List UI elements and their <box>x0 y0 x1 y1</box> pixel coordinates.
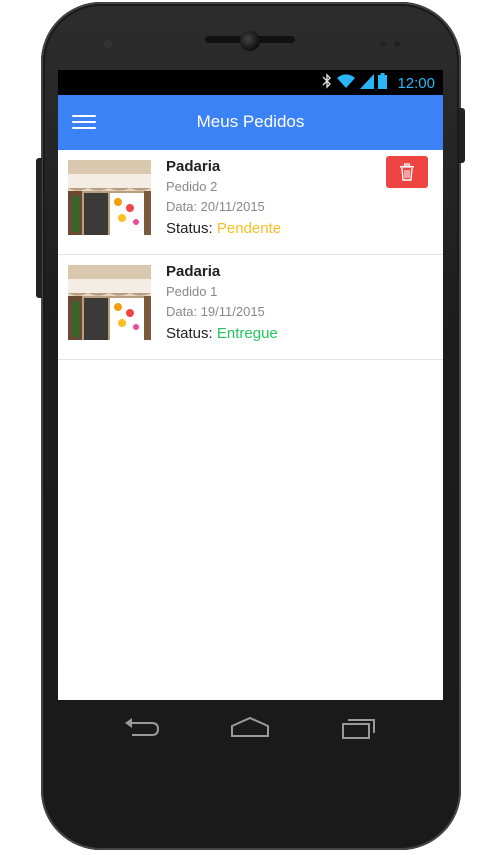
order-number: Pedido 2 <box>166 179 218 194</box>
home-icon[interactable] <box>230 714 270 740</box>
wifi-icon <box>336 73 356 94</box>
power-button <box>459 108 465 163</box>
light-sensor <box>380 41 386 47</box>
list-item[interactable]: Padaria Pedido 1 Data: 19/11/2015 Status… <box>58 255 443 360</box>
front-camera-icon <box>240 31 260 51</box>
order-status: Status: Pendente <box>166 220 281 237</box>
bluetooth-icon <box>322 72 332 94</box>
app-bar: Meus Pedidos <box>58 95 443 150</box>
shop-name: Padaria <box>166 263 221 280</box>
navigation-bar <box>58 700 443 752</box>
status-badge: Pendente <box>216 220 282 237</box>
trash-icon <box>400 163 414 181</box>
status-time: 12:00 <box>397 74 435 92</box>
recent-apps-icon[interactable] <box>338 714 378 740</box>
bakery-thumbnail <box>68 265 151 340</box>
order-number: Pedido 1 <box>166 284 218 299</box>
order-status: Status: Entregue <box>166 325 278 342</box>
battery-icon <box>378 72 388 94</box>
back-icon[interactable] <box>122 714 162 740</box>
light-sensor-2 <box>394 41 400 47</box>
delete-button[interactable] <box>386 156 428 188</box>
bakery-thumbnail <box>68 160 151 235</box>
screen: 12:00 Meus Pedidos Padaria Pedido 2 Data… <box>58 70 443 700</box>
proximity-sensor <box>104 40 112 48</box>
volume-button <box>36 158 42 298</box>
list-item[interactable]: Padaria Pedido 2 Data: 20/11/2015 Status… <box>58 150 443 255</box>
status-bar: 12:00 <box>58 70 443 95</box>
status-badge: Entregue <box>216 325 278 342</box>
page-title: Meus Pedidos <box>196 112 305 131</box>
status-label: Status: <box>166 220 213 237</box>
signal-icon <box>360 73 375 94</box>
status-label: Status: <box>166 325 213 342</box>
order-date: Data: 20/11/2015 <box>166 199 265 214</box>
order-date: Data: 19/11/2015 <box>166 304 265 319</box>
orders-list: Padaria Pedido 2 Data: 20/11/2015 Status… <box>58 150 443 360</box>
shop-name: Padaria <box>166 158 221 175</box>
